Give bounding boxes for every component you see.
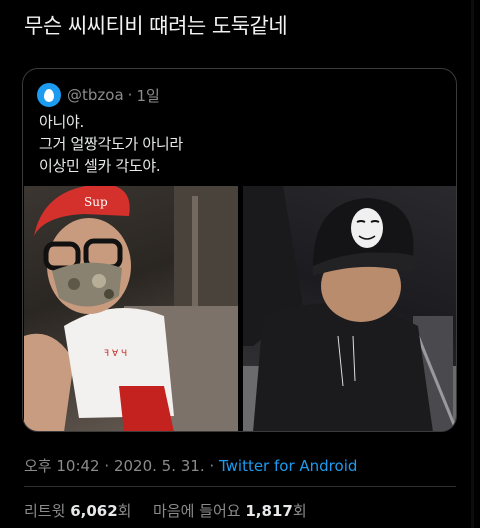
tweet-text: 무슨 씨씨티비 떄려는 도둑같네	[24, 14, 288, 38]
svg-text:Sup: Sup	[84, 195, 108, 209]
header-separator: ·	[127, 86, 133, 104]
scrollbar[interactable]	[471, 0, 474, 528]
quoted-tweet-header: @tbzoa · 1일	[37, 83, 160, 107]
retweet-label: 리트윗	[24, 502, 66, 520]
like-label: 마음에 들어요	[153, 502, 241, 520]
like-count: 1,817	[245, 502, 293, 520]
retweet-stat[interactable]: 리트윗 6,062회	[24, 502, 136, 520]
quoted-tweet-time[interactable]: 1일	[136, 85, 159, 106]
selfie-photo-left-image: ꟻ Ɐ Ɥ Sup	[24, 186, 238, 431]
default-avatar-icon	[44, 88, 54, 102]
avatar[interactable]	[37, 83, 61, 107]
quoted-tweet-text: 아니야. 그거 얼짱각도가 아니라 이상민 셀카 각도야.	[39, 111, 183, 177]
like-stat[interactable]: 마음에 들어요 1,817회	[153, 502, 307, 520]
quoted-text-line: 그거 얼짱각도가 아니라	[39, 135, 183, 153]
tweet-source-link[interactable]: Twitter for Android	[219, 457, 357, 475]
tweet-stats: 리트윗 6,062회 마음에 들어요 1,817회	[24, 500, 307, 521]
svg-text:ꟻ Ɐ Ɥ: ꟻ Ɐ Ɥ	[104, 349, 127, 359]
tweet-time[interactable]: 오후 10:42	[24, 457, 100, 475]
tweet-metadata: 오후 10:42 · 2020. 5. 31. · Twitter for An…	[24, 455, 357, 476]
tweet-date[interactable]: 2020. 5. 31.	[114, 457, 205, 475]
selfie-photo-right-image	[243, 186, 456, 431]
selfie-photo-left[interactable]: ꟻ Ɐ Ɥ Sup	[24, 186, 238, 431]
retweet-unit: 회	[117, 502, 132, 520]
like-unit: 회	[292, 502, 307, 520]
quoted-text-line: 아니야.	[39, 113, 84, 131]
quoted-text-line: 이상민 셀카 각도야.	[39, 157, 161, 175]
metadata-separator: ·	[209, 457, 215, 475]
quoted-tweet-card[interactable]: @tbzoa · 1일 아니야. 그거 얼짱각도가 아니라 이상민 셀카 각도야…	[22, 68, 457, 432]
metadata-separator: ·	[104, 457, 110, 475]
selfie-photo-right[interactable]	[243, 186, 456, 431]
quoted-user-handle[interactable]: @tbzoa	[67, 86, 124, 104]
retweet-count: 6,062	[70, 502, 118, 520]
divider	[24, 486, 456, 487]
